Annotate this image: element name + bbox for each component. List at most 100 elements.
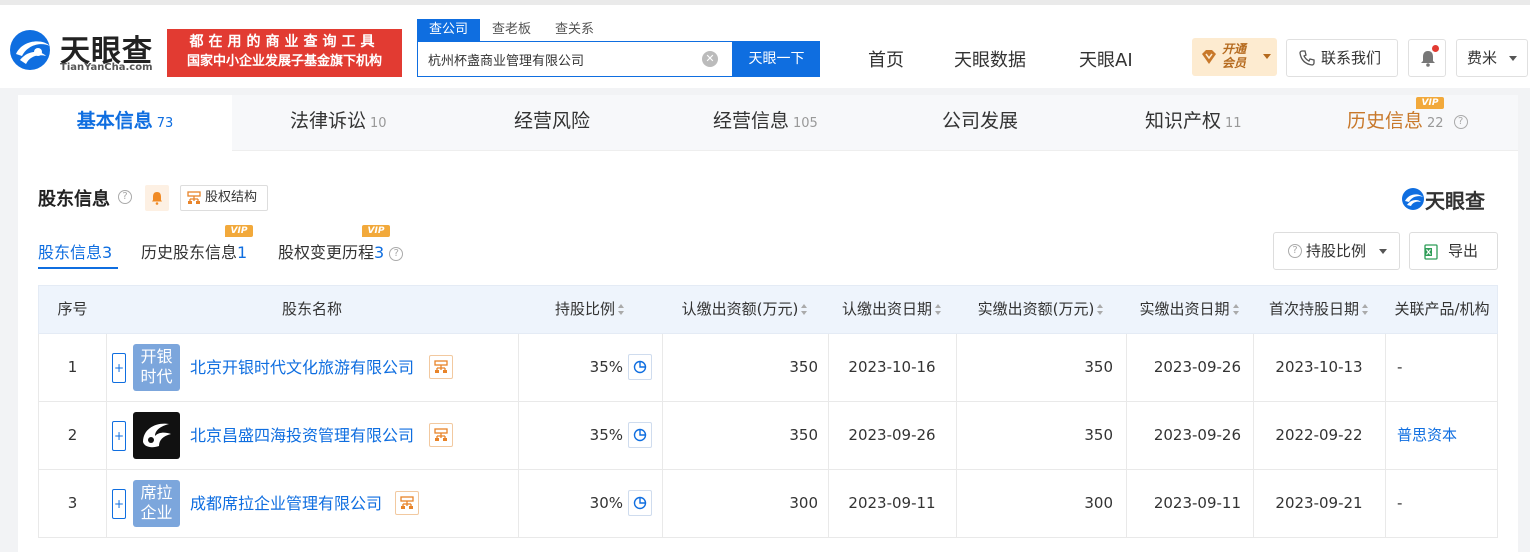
expand-icon[interactable]: + [112,489,126,519]
company-avatar[interactable]: 席拉企业 [133,480,180,527]
equity-structure-icon[interactable] [429,423,453,447]
paid-amount: 300 [1084,494,1113,512]
ratio-label: 持股比例 [1306,242,1367,260]
subscribed-amount: 350 [789,426,818,444]
tab-label: 经营风险 [514,110,591,132]
monitor-button[interactable] [145,185,169,211]
subscribed-date: 2023-09-26 [848,426,936,444]
tab-development[interactable]: 公司发展 [942,95,1018,151]
vip-open-button[interactable]: 开通 会员 [1192,38,1277,76]
col-related: 关联产品/机构 [1394,300,1490,318]
expand-icon[interactable]: + [112,353,126,383]
pie-icon [633,428,647,442]
tab-label: 法律诉讼 [290,110,367,132]
related-org-link[interactable]: 普思资本 [1397,402,1457,469]
col-paid-date-label: 实缴出资日期 [1139,300,1230,318]
subtab-label: 股东信息 [38,243,103,262]
col-first-date-label: 首次持股日期 [1268,300,1359,318]
col-paid-amount[interactable]: 实缴出资额(万元) [956,286,1126,333]
tab-risk[interactable]: 经营风险 [514,95,590,151]
tab-count: 22 [1427,116,1444,131]
divider [106,402,107,469]
company-logo[interactable] [133,412,180,459]
notification-button[interactable] [1408,39,1446,77]
help-icon[interactable]: ? [118,190,132,204]
paid-date: 2023-09-26 [1153,426,1241,444]
col-paid-date[interactable]: 实缴出资日期 [1126,286,1253,333]
search-tab-company[interactable]: 查公司 [417,19,481,41]
sort-icon [1362,304,1369,315]
sort-icon [618,304,625,315]
sort-icon [1232,304,1240,315]
search-tab-relation[interactable]: 查关系 [543,19,606,41]
shareholder-name-link[interactable]: 北京开银时代文化旅游有限公司 [190,334,414,401]
equity-structure-icon[interactable] [395,491,419,515]
pie-chart-icon[interactable] [628,422,652,448]
expand-icon[interactable]: + [112,421,126,451]
tab-label: 公司发展 [942,110,1019,132]
shareholder-name-link[interactable]: 成都席拉企业管理有限公司 [190,470,382,537]
nav-home[interactable]: 首页 [868,46,904,72]
chevron-down-icon [1263,54,1271,59]
pie-chart-icon[interactable] [628,354,652,380]
tab-count: 73 [156,116,174,131]
subtab-history-shareholders[interactable]: 历史股东信息1 [141,239,247,263]
table-row: 1 + 开银时代 北京开银时代文化旅游有限公司 35% 350 2023-10-… [38,334,1498,402]
col-paid-amount-label: 实缴出资额(万元) [977,300,1095,318]
nav-data[interactable]: 天眼数据 [954,46,1026,72]
vip-badge: VIP [225,225,253,237]
org-chart-icon [400,496,414,509]
tianyancha-watermark: 天眼查 [1401,185,1501,213]
tab-history[interactable]: 历史信息 22 ? [1347,95,1468,151]
equity-structure-icon[interactable] [429,355,453,379]
company-avatar[interactable]: 开银时代 [133,344,180,391]
user-name: 费米 [1467,49,1498,67]
subtab-equity-change[interactable]: 股权变更历程3 ? [278,239,404,263]
tab-basic-info[interactable]: 基本信息 73 [18,95,232,151]
first-holding-date: 2023-09-21 [1275,494,1363,512]
related-org: - [1397,358,1403,376]
nav-ai[interactable]: 天眼AI [1079,46,1133,72]
export-label: 导出 [1448,242,1479,260]
table-header: 序号 股东名称 持股比例 认缴出资额(万元) 认缴出资日期 实缴出资额(万元) … [38,285,1498,334]
search-type-tabs: 查公司 查老板 查关系 [417,19,606,41]
vip-line1: 开通 [1222,42,1247,56]
search-input[interactable] [418,42,688,76]
brand-domain: TianYanCha.com [60,62,153,73]
col-sub-date[interactable]: 认缴出资日期 [828,286,956,333]
org-chart-icon [434,428,448,441]
contact-us-button[interactable]: 联系我们 [1286,39,1398,77]
tab-legal[interactable]: 法律诉讼 10 [290,95,387,151]
table-row: 3 + 席拉企业 成都席拉企业管理有限公司 30% 300 2023-09-11… [38,470,1498,538]
holding-ratio-dropdown[interactable]: ? 持股比例 [1273,232,1400,270]
tab-ip[interactable]: 知识产权 11 [1145,95,1242,151]
subtab-count: 3 [374,243,385,262]
clear-icon[interactable]: ✕ [702,51,718,67]
export-button[interactable]: 导出 [1409,232,1498,270]
search-tab-boss[interactable]: 查老板 [480,19,543,41]
search-button[interactable]: 天眼一下 [733,41,820,77]
subtab-label: 历史股东信息 [141,243,238,262]
subscribed-amount: 300 [789,494,818,512]
user-menu[interactable]: 费米 [1456,39,1528,77]
col-first-date[interactable]: 首次持股日期 [1253,286,1385,333]
subscribed-date: 2023-10-16 [848,358,936,376]
tianyancha-logo[interactable]: 天眼查 TianYanCha.com [8,26,158,76]
equity-structure-button[interactable]: 股权结构 [180,185,268,211]
divider [1385,402,1386,469]
search-box: ✕ [417,41,733,77]
col-sub-amount[interactable]: 认缴出资额(万元) [662,286,828,333]
vip-label: 开通 会员 [1222,42,1246,70]
table-row: 2 + 北京昌盛四海投资管理有限公司 35% 350 2023-09-26 35… [38,402,1498,470]
help-icon: ? [1453,114,1468,129]
shareholder-name-link[interactable]: 北京昌盛四海投资管理有限公司 [190,402,414,469]
pie-chart-icon[interactable] [628,490,652,516]
tab-count: 10 [370,116,387,131]
col-ratio[interactable]: 持股比例 [518,286,662,333]
paid-date: 2023-09-11 [1153,494,1241,512]
subtab-shareholders[interactable]: 股东信息3 [38,239,112,263]
tab-operation[interactable]: 经营信息 105 [713,95,818,151]
divider [106,470,107,537]
vip-line2: 会员 [1222,56,1247,70]
eye-logo-icon [10,30,50,70]
